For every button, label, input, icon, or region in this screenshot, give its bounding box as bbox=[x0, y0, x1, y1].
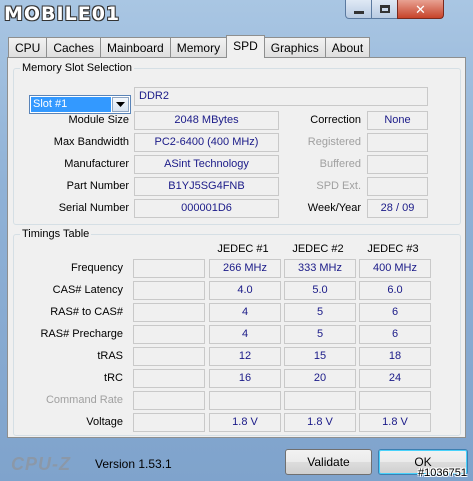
version-text: Version 1.53.1 bbox=[95, 457, 172, 471]
timings-group: Timings Table JEDEC #1 JEDEC #2 JEDEC #3… bbox=[13, 228, 461, 436]
timings-cell: 1.8 V bbox=[209, 413, 281, 432]
close-icon: ✕ bbox=[415, 1, 426, 17]
timings-column-header: JEDEC #2 bbox=[292, 243, 344, 255]
minimize-button[interactable] bbox=[345, 0, 372, 19]
memory-slot-group-title: Memory Slot Selection bbox=[20, 62, 135, 74]
timings-cell bbox=[133, 281, 205, 300]
timings-row-label: RAS# to CAS# bbox=[50, 306, 123, 318]
slot-select-value: Slot #1 bbox=[31, 97, 111, 112]
mobile01-logo: MOBILE01 bbox=[4, 3, 121, 25]
maximize-button[interactable] bbox=[371, 0, 398, 19]
timings-row-label: RAS# Precharge bbox=[40, 328, 123, 340]
timings-column-header: JEDEC #1 bbox=[217, 243, 269, 255]
week-year-label: Week/Year bbox=[307, 202, 361, 214]
timings-row-label: tRAS bbox=[97, 350, 123, 362]
registered-field bbox=[367, 133, 428, 152]
timings-row-label: Frequency bbox=[71, 262, 123, 274]
timings-cell: 6 bbox=[359, 303, 431, 322]
tab-graphics[interactable]: Graphics bbox=[263, 37, 326, 58]
buffered-field bbox=[367, 155, 428, 174]
timings-row-label: tRC bbox=[104, 372, 123, 384]
maximize-icon bbox=[379, 5, 390, 13]
timings-cell: 400 MHz bbox=[359, 259, 431, 278]
tab-caches[interactable]: Caches bbox=[46, 37, 102, 58]
max-bandwidth-field: PC2-6400 (400 MHz) bbox=[134, 133, 279, 152]
timings-cell bbox=[133, 369, 205, 388]
timings-column-header: JEDEC #3 bbox=[367, 243, 419, 255]
timings-cell bbox=[133, 413, 205, 432]
timings-row-label: CAS# Latency bbox=[52, 284, 123, 296]
timings-cell: 5 bbox=[284, 303, 356, 322]
spd-panel: Memory Slot Selection Slot #1 DDR2 Modul… bbox=[7, 57, 466, 438]
max-bandwidth-label: Max Bandwidth bbox=[53, 136, 129, 148]
timings-row-label: Voltage bbox=[86, 416, 123, 428]
week-year-field: 28 / 09 bbox=[367, 199, 428, 218]
timings-cell bbox=[133, 303, 205, 322]
timings-cell: 18 bbox=[359, 347, 431, 366]
tab-bar: CPU Caches Mainboard Memory SPD Graphics… bbox=[8, 35, 371, 58]
title-bar: MOBILE01 ✕ bbox=[0, 0, 473, 30]
part-number-field: B1YJ5SG4FNB bbox=[134, 177, 279, 196]
correction-label: Correction bbox=[310, 114, 361, 126]
timings-cell bbox=[284, 391, 356, 410]
timings-cell: 333 MHz bbox=[284, 259, 356, 278]
timings-cell: 4 bbox=[209, 303, 281, 322]
timings-cell bbox=[133, 347, 205, 366]
footer: CPU-Z Version 1.53.1 Validate OK #103675… bbox=[0, 440, 473, 481]
timings-cell: 15 bbox=[284, 347, 356, 366]
buffered-label: Buffered bbox=[319, 158, 361, 170]
timings-cell: 6.0 bbox=[359, 281, 431, 300]
timings-cell: 16 bbox=[209, 369, 281, 388]
timings-cell bbox=[209, 391, 281, 410]
chevron-down-icon[interactable] bbox=[112, 97, 129, 112]
validate-button[interactable]: Validate bbox=[285, 449, 372, 475]
watermark-stamp: #1036751 bbox=[418, 467, 467, 479]
registered-label: Registered bbox=[307, 136, 361, 148]
timings-cell: 4.0 bbox=[209, 281, 281, 300]
part-number-label: Part Number bbox=[66, 180, 129, 192]
timings-group-title: Timings Table bbox=[20, 228, 92, 240]
module-size-label: Module Size bbox=[68, 114, 129, 126]
cpuz-brand: CPU-Z bbox=[11, 454, 71, 474]
timings-cell bbox=[133, 259, 205, 278]
timings-cell: 4 bbox=[209, 325, 281, 344]
timings-cell: 20 bbox=[284, 369, 356, 388]
tab-spd[interactable]: SPD bbox=[226, 35, 265, 58]
manufacturer-label: Manufacturer bbox=[64, 158, 129, 170]
manufacturer-field: ASint Technology bbox=[134, 155, 279, 174]
tab-memory[interactable]: Memory bbox=[169, 37, 228, 58]
close-button[interactable]: ✕ bbox=[397, 0, 444, 19]
timings-cell: 1.8 V bbox=[359, 413, 431, 432]
timings-cell: 5 bbox=[284, 325, 356, 344]
correction-field: None bbox=[367, 111, 428, 130]
timings-cell bbox=[133, 325, 205, 344]
tab-cpu[interactable]: CPU bbox=[8, 37, 48, 58]
timings-cell: 5.0 bbox=[284, 281, 356, 300]
minimize-icon bbox=[353, 11, 364, 14]
spd-ext-label: SPD Ext. bbox=[316, 180, 361, 192]
tab-about[interactable]: About bbox=[324, 37, 371, 58]
spd-ext-field bbox=[367, 177, 428, 196]
timings-cell: 1.8 V bbox=[284, 413, 356, 432]
tab-mainboard[interactable]: Mainboard bbox=[100, 37, 171, 58]
timings-row-label: Command Rate bbox=[45, 394, 123, 406]
memory-slot-group: Memory Slot Selection Slot #1 DDR2 Modul… bbox=[13, 62, 461, 225]
timings-cell: 266 MHz bbox=[209, 259, 281, 278]
timings-cell: 24 bbox=[359, 369, 431, 388]
memory-type-field: DDR2 bbox=[134, 87, 428, 106]
module-size-field: 2048 MBytes bbox=[134, 111, 279, 130]
timings-cell bbox=[133, 391, 205, 410]
timings-cell bbox=[359, 391, 431, 410]
serial-number-field: 000001D6 bbox=[134, 199, 279, 218]
timings-cell: 6 bbox=[359, 325, 431, 344]
serial-number-label: Serial Number bbox=[58, 202, 129, 214]
timings-cell: 12 bbox=[209, 347, 281, 366]
